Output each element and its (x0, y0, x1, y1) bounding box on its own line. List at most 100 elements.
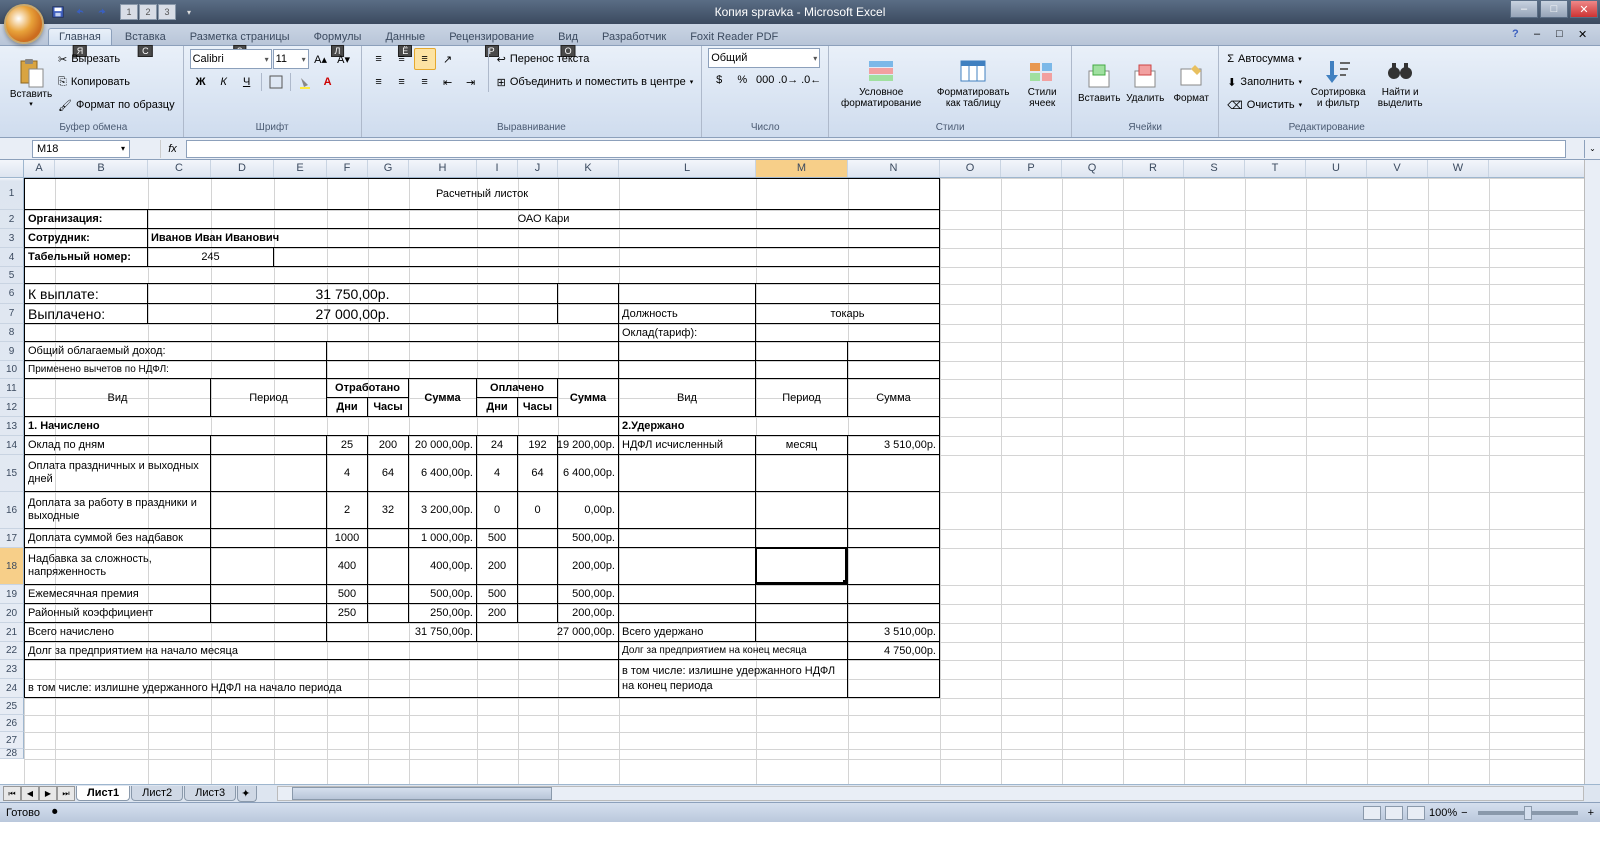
cell-A5[interactable] (24, 267, 940, 284)
cell-D14[interactable] (211, 436, 327, 455)
close-button[interactable]: ✕ (1570, 0, 1598, 18)
sheet-nav-prev[interactable]: ◀ (21, 786, 39, 801)
cell-J12[interactable]: Часы (518, 398, 558, 417)
col-header-G[interactable]: G (368, 160, 409, 177)
cell-A17[interactable]: Доплата суммой без надбавок (24, 529, 211, 548)
col-header-O[interactable]: O (940, 160, 1001, 177)
cell-H14[interactable]: 20 000,00р. (409, 436, 477, 455)
cell-M16[interactable] (756, 492, 848, 529)
spreadsheet-grid[interactable]: ABCDEFGHIJKLMNOPQRSTUVW 1234567891011121… (0, 160, 1600, 784)
cell-I11[interactable]: Оплачено (477, 379, 558, 398)
col-header-B[interactable]: B (55, 160, 148, 177)
qat-customize-icon[interactable]: ▾ (179, 2, 199, 22)
cell-A23[interactable] (24, 660, 619, 679)
redo-icon[interactable] (92, 2, 112, 22)
row-header-2[interactable]: 2 (0, 210, 24, 229)
cell-A22[interactable]: Долг за предприятием на начало месяца (24, 642, 619, 660)
cell-M9[interactable] (756, 342, 848, 361)
sheet-nav-last[interactable]: ⏭ (57, 786, 75, 801)
cell-N22[interactable]: 4 750,00р. (848, 642, 940, 660)
col-header-W[interactable]: W (1428, 160, 1489, 177)
cell-J15[interactable]: 64 (518, 455, 558, 492)
cell-G20[interactable] (368, 604, 409, 623)
ribbon-tab-Вид[interactable]: ВидО (547, 28, 589, 45)
cell-L8[interactable]: Оклад(тариф): (619, 324, 756, 342)
row-header-5[interactable]: 5 (0, 267, 24, 284)
cell-L10[interactable] (619, 361, 756, 379)
cell-L16[interactable] (619, 492, 756, 529)
decrease-decimal-button[interactable]: .0← (800, 69, 822, 91)
cell-I21[interactable]: 27 000,00р. (477, 623, 619, 642)
row-header-22[interactable]: 22 (0, 642, 24, 660)
row-header-11[interactable]: 11 (0, 379, 24, 398)
cell-A13[interactable]: 1. Начислено (24, 417, 619, 436)
row-header-7[interactable]: 7 (0, 304, 24, 324)
row-header-18[interactable]: 18 (0, 548, 24, 585)
cell-H17[interactable]: 1 000,00р. (409, 529, 477, 548)
ribbon-tab-Рецензирование[interactable]: РецензированиеР (438, 28, 545, 45)
cell-D15[interactable] (211, 455, 327, 492)
sort-filter-button[interactable]: Сортировка и фильтр (1308, 48, 1368, 116)
cell-M10[interactable] (756, 361, 848, 379)
cell-M21[interactable] (756, 623, 848, 642)
col-header-C[interactable]: C (148, 160, 211, 177)
cell-G16[interactable]: 32 (368, 492, 409, 529)
col-header-J[interactable]: J (518, 160, 558, 177)
ribbon-tab-Разметка страницы[interactable]: Разметка страницыЗ (179, 28, 301, 45)
cell-G12[interactable]: Часы (368, 398, 409, 417)
col-header-V[interactable]: V (1367, 160, 1428, 177)
cell-A24[interactable]: в том числе: излишне удержанного НДФЛ на… (24, 679, 619, 698)
cell-I15[interactable]: 4 (477, 455, 518, 492)
cell-N14[interactable]: 3 510,00р. (848, 436, 940, 455)
find-select-button[interactable]: Найти и выделить (1372, 48, 1428, 116)
zoom-slider[interactable] (1478, 811, 1578, 815)
shrink-font-button[interactable]: A▾ (333, 48, 355, 70)
cell-F14[interactable]: 25 (327, 436, 368, 455)
cell-M6[interactable] (756, 284, 940, 304)
cell-C7[interactable]: 27 000,00р. (148, 304, 558, 324)
cell-L9[interactable] (619, 342, 756, 361)
cell-F17[interactable]: 1000 (327, 529, 368, 548)
cell-A2[interactable]: Организация: (24, 210, 148, 229)
delete-cells-button[interactable]: Удалить (1124, 48, 1166, 116)
cell-J20[interactable] (518, 604, 558, 623)
ribbon-tab-Данные[interactable]: ДанныеЁ (374, 28, 436, 45)
copy-button[interactable]: ⎘Копировать (56, 71, 177, 93)
close-workbook-icon[interactable]: ✕ (1578, 28, 1594, 44)
cell-M11[interactable]: Период (756, 379, 848, 417)
minimize-button[interactable]: – (1510, 0, 1538, 18)
cell-D16[interactable] (211, 492, 327, 529)
ribbon-tab-Формулы[interactable]: ФормулыЛ (303, 28, 373, 45)
qat-doc-1[interactable]: 1 (120, 4, 138, 20)
autosum-button[interactable]: ΣАвтосумма▾ (1225, 48, 1304, 70)
align-right-button[interactable]: ≡ (414, 71, 436, 93)
formula-input[interactable] (186, 140, 1566, 158)
cell-K19[interactable]: 500,00р. (558, 585, 619, 604)
col-header-D[interactable]: D (211, 160, 274, 177)
select-all-corner[interactable] (0, 160, 24, 177)
cell-N17[interactable] (848, 529, 940, 548)
cell-L22[interactable]: Долг за предприятием на конец месяца (619, 642, 848, 660)
office-button[interactable] (4, 4, 44, 44)
cell-L20[interactable] (619, 604, 756, 623)
cell-G14[interactable]: 200 (368, 436, 409, 455)
sheet-tab-1[interactable]: Лист1 (76, 786, 130, 801)
cell-L19[interactable] (619, 585, 756, 604)
cell-N11[interactable]: Сумма (848, 379, 940, 417)
cell-I16[interactable]: 0 (477, 492, 518, 529)
cell-D20[interactable] (211, 604, 327, 623)
align-top-button[interactable]: ≡ (368, 48, 390, 70)
page-break-view-button[interactable] (1407, 806, 1425, 820)
cell-L15[interactable] (619, 455, 756, 492)
underline-button[interactable]: Ч (236, 71, 258, 93)
row-header-21[interactable]: 21 (0, 623, 24, 642)
cell-A11[interactable]: Вид (24, 379, 211, 417)
vertical-scrollbar[interactable] (1584, 160, 1600, 784)
grow-font-button[interactable]: A▴ (310, 48, 332, 70)
col-header-S[interactable]: S (1184, 160, 1245, 177)
cell-M7[interactable]: токарь (756, 304, 940, 324)
font-name-combo[interactable]: Calibri▾ (190, 49, 272, 69)
ribbon-tab-Главная[interactable]: ГлавнаяЯ (48, 28, 112, 45)
cell-C6[interactable]: 31 750,00р. (148, 284, 558, 304)
border-button[interactable] (265, 71, 287, 93)
